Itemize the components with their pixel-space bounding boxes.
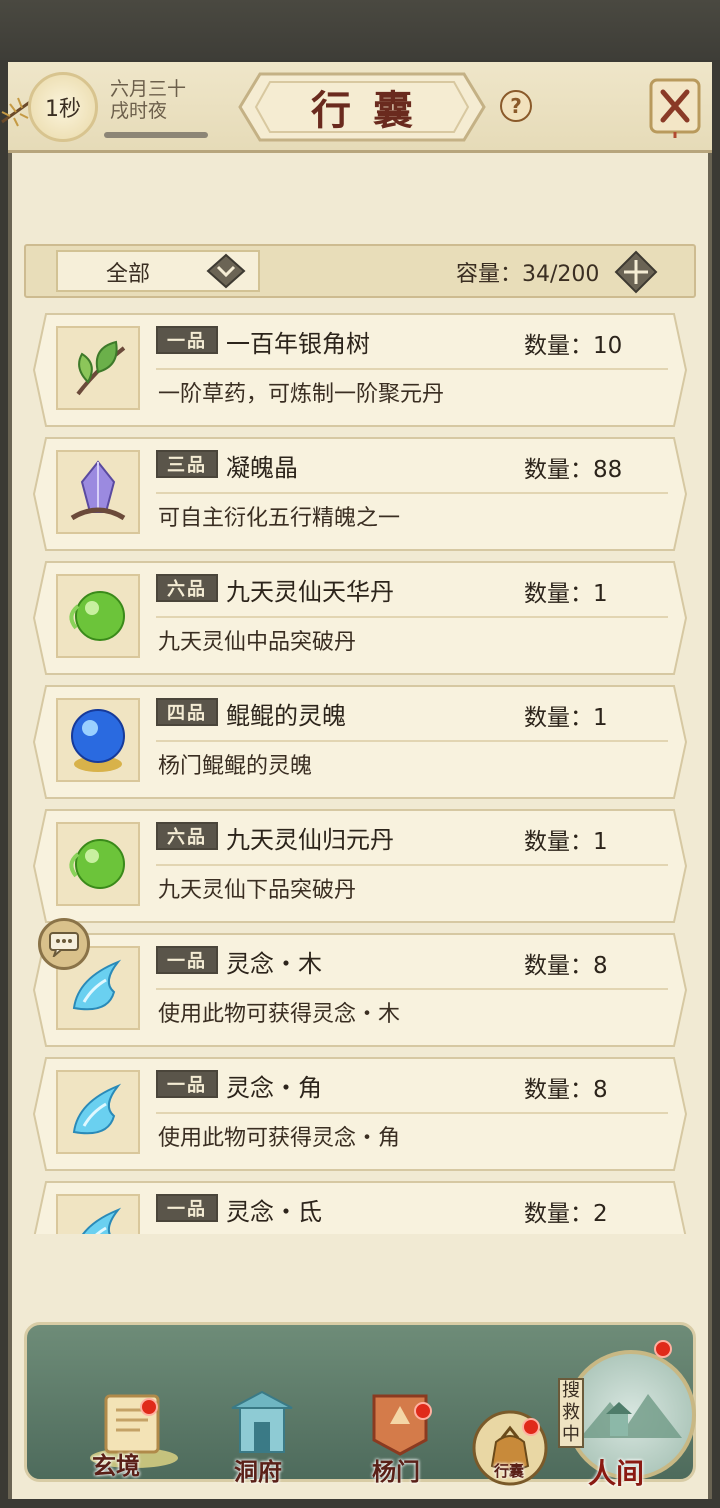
item-grade-badge: 一品 <box>156 326 218 354</box>
item-grade-badge: 六品 <box>156 574 218 602</box>
item-name: 灵念・角 <box>226 1074 322 1102</box>
item-divider <box>156 864 668 866</box>
item-description: 使用此物可获得灵念・角 <box>158 1126 401 1151</box>
item-card[interactable]: 一品 灵念・角 数量：8 使用此物可获得灵念・角 <box>32 1056 688 1172</box>
category-select-value: 全部 <box>106 262 151 287</box>
date-line-2: 戌时夜 <box>110 100 168 122</box>
item-name: 九天灵仙天华丹 <box>226 578 394 606</box>
item-grade-badge: 一品 <box>156 946 218 974</box>
item-description: 一阶草药，可炼制一阶聚元丹 <box>158 382 445 407</box>
yangmen-badge <box>414 1402 432 1420</box>
chat-button[interactable] <box>38 918 90 970</box>
nav-yangmen-label: 杨门 <box>372 1457 420 1486</box>
xingnang-badge <box>522 1418 540 1436</box>
page-title: 行囊 <box>311 87 435 134</box>
date-line-1: 六月三十 <box>110 78 187 100</box>
item-name: 灵念・木 <box>226 950 322 978</box>
item-description: 杨门鲲鲲的灵魄 <box>158 754 313 779</box>
nav-renjian-label: 人间 <box>588 1457 645 1490</box>
green-pill-icon <box>69 839 125 889</box>
blue-flame-icon <box>72 1083 122 1135</box>
search-status-label: 搜救中 <box>562 1380 580 1445</box>
item-card[interactable]: 六品 九天灵仙归元丹 数量：1 九天灵仙下品突破丹 <box>32 808 688 924</box>
item-thumbnail <box>56 1070 140 1154</box>
item-divider <box>156 988 668 990</box>
nav-xuanjing-label: 玄境 <box>92 1451 140 1480</box>
item-name: 九天灵仙归元丹 <box>226 826 394 854</box>
item-name: 一百年银角树 <box>226 330 370 358</box>
item-divider <box>156 740 668 742</box>
item-card[interactable]: 一品 灵念・氐 数量：2 <box>32 1180 688 1234</box>
item-quantity: 数量：1 <box>524 705 608 731</box>
item-thumbnail <box>56 698 140 782</box>
capacity-label: 容量：34/200 <box>456 262 600 287</box>
item-name: 鲲鲲的灵魄 <box>226 702 346 730</box>
herb-leaf-icon <box>76 340 126 396</box>
blue-orb-icon <box>71 709 125 772</box>
item-quantity: 数量：1 <box>524 581 608 607</box>
blue-flame-icon <box>82 1207 122 1234</box>
chevron-down-icon[interactable] <box>206 253 246 289</box>
item-quantity: 数量：2 <box>524 1201 608 1227</box>
item-divider <box>156 1112 668 1114</box>
item-description: 九天灵仙下品突破丹 <box>158 878 357 903</box>
item-quantity: 数量：1 <box>524 829 608 855</box>
item-thumbnail <box>56 822 140 906</box>
item-list[interactable]: 一品 一百年银角树 数量：10 一阶草药，可炼制一阶聚元丹 三品 凝魄晶 数量：88 可自主衍… <box>24 304 696 1234</box>
top-status-strip <box>0 0 720 60</box>
green-pill-icon <box>69 591 125 641</box>
item-card[interactable]: 三品 凝魄晶 数量：88 可自主衍化五行精魄之一 <box>32 436 688 552</box>
item-grade-badge: 六品 <box>156 822 218 850</box>
item-card[interactable]: 一品 灵念・木 数量：8 使用此物可获得灵念・木 <box>32 932 688 1048</box>
item-description: 可自主衍化五行精魄之一 <box>158 506 401 531</box>
xuanjing-badge <box>140 1398 158 1416</box>
item-thumbnail <box>56 574 140 658</box>
item-name: 凝魄晶 <box>226 454 298 482</box>
search-status-tag: 搜救中 <box>558 1378 584 1448</box>
item-quantity: 数量：8 <box>524 1077 608 1103</box>
item-description: 使用此物可获得灵念・木 <box>158 1002 401 1027</box>
item-quantity: 数量：8 <box>524 953 608 979</box>
item-divider <box>156 492 668 494</box>
nav-xingnang-label: 行囊 <box>494 1462 525 1480</box>
time-speed-button[interactable]: 1秒 <box>28 72 98 142</box>
nav-xingnang[interactable] <box>470 1408 570 1508</box>
nav-dongfu-label: 洞府 <box>234 1457 282 1486</box>
expand-capacity-icon[interactable] <box>614 250 658 294</box>
item-thumbnail <box>56 1194 140 1234</box>
time-speed-label: 1秒 <box>45 97 81 122</box>
close-icon[interactable] <box>648 74 702 138</box>
item-thumbnail <box>56 450 140 534</box>
item-quantity: 数量：88 <box>524 457 623 483</box>
help-icon: ? <box>510 94 522 118</box>
item-grade-badge: 一品 <box>156 1070 218 1098</box>
help-button[interactable]: ? <box>500 90 532 122</box>
item-card[interactable]: 一品 一百年银角树 数量：10 一阶草药，可炼制一阶聚元丹 <box>32 312 688 428</box>
item-quantity: 数量：10 <box>524 333 623 359</box>
item-thumbnail <box>56 326 140 410</box>
game-date: 六月三十 戌时夜 <box>110 78 186 122</box>
item-description: 九天灵仙中品突破丹 <box>158 630 357 655</box>
day-progress-bar <box>104 132 208 138</box>
item-grade-badge: 一品 <box>156 1194 218 1222</box>
item-name: 灵念・氐 <box>226 1198 322 1226</box>
item-grade-badge: 三品 <box>156 450 218 478</box>
item-divider <box>156 368 668 370</box>
item-divider <box>156 616 668 618</box>
item-grade-badge: 四品 <box>156 698 218 726</box>
chat-bubble-icon <box>49 932 79 957</box>
item-card[interactable]: 四品 鲲鲲的灵魄 数量：1 杨门鲲鲲的灵魄 <box>32 684 688 800</box>
item-card[interactable]: 六品 九天灵仙天华丹 数量：1 九天灵仙中品突破丹 <box>32 560 688 676</box>
crystal-icon <box>70 460 126 521</box>
renjian-badge <box>654 1340 672 1358</box>
